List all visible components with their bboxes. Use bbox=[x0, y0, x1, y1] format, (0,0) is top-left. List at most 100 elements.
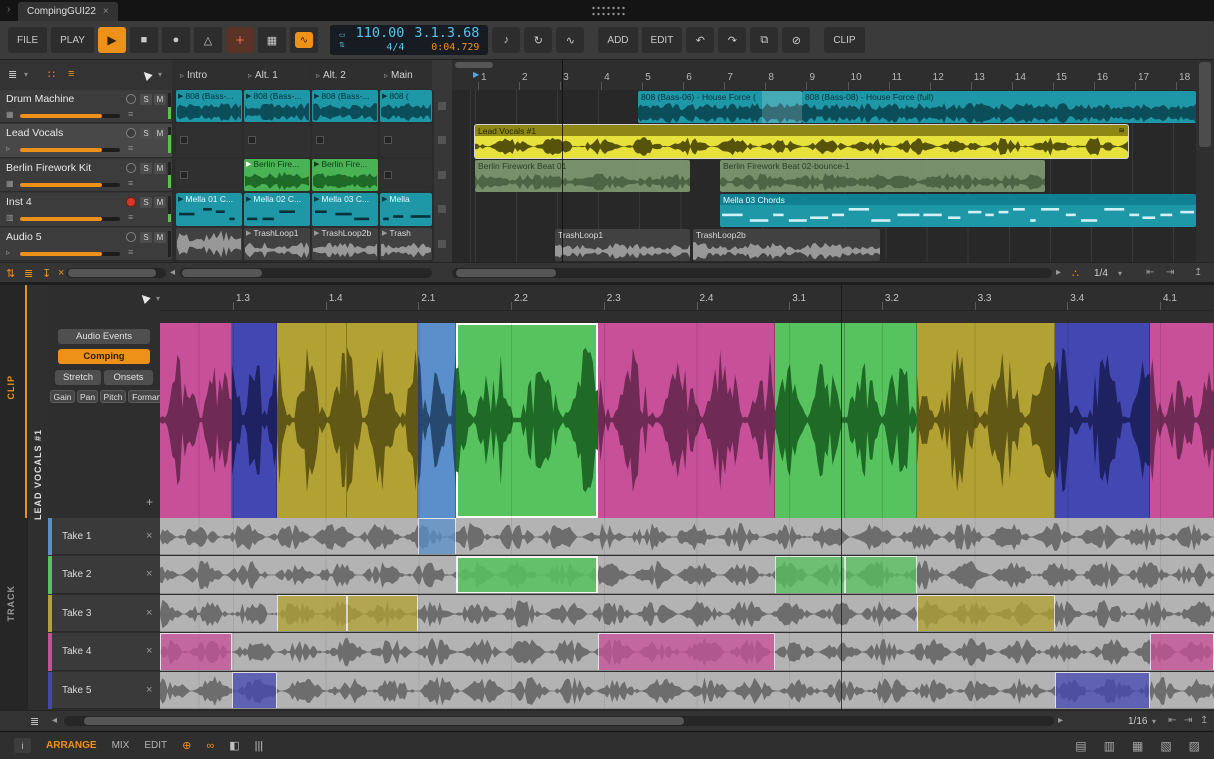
take-delete-button[interactable]: × bbox=[146, 568, 152, 580]
groove-button[interactable]: ♪ bbox=[492, 27, 520, 53]
editor-grid-value[interactable]: 1/16 bbox=[1128, 716, 1147, 727]
take-delete-button[interactable]: × bbox=[146, 530, 152, 542]
editor-prev-bar-icon[interactable]: ⇤ bbox=[1168, 715, 1176, 726]
clip-play-icon[interactable]: ▶ bbox=[382, 92, 387, 100]
record-button[interactable]: ● bbox=[162, 27, 190, 53]
arranger-vscroll-handle[interactable] bbox=[1199, 62, 1211, 147]
take-lane[interactable] bbox=[160, 595, 1214, 632]
comp-segment[interactable] bbox=[418, 323, 456, 518]
clip-slot[interactable] bbox=[312, 124, 378, 156]
punch-button[interactable]: + bbox=[226, 27, 254, 53]
automation-button[interactable]: ∿ bbox=[556, 27, 584, 53]
lane-layers-icon[interactable]: ≣ bbox=[30, 715, 39, 728]
snap-crosshair-icon[interactable]: ⊕ bbox=[182, 739, 191, 752]
take-lane[interactable] bbox=[160, 556, 1214, 593]
arranger-clip[interactable]: 808 (Bass-06) - House Force ( bbox=[638, 91, 802, 123]
scene-play-icon[interactable]: ▹ bbox=[248, 71, 252, 80]
arranger-hscroll-handle[interactable] bbox=[456, 269, 556, 277]
volume-fader[interactable] bbox=[20, 148, 120, 152]
mute-button[interactable]: M bbox=[154, 197, 166, 208]
record-arm-button[interactable] bbox=[126, 197, 136, 207]
file-button[interactable]: FILE bbox=[8, 27, 47, 53]
clip-slot[interactable] bbox=[380, 124, 432, 156]
editor-grid-caret-icon[interactable]: ▾ bbox=[1152, 717, 1156, 726]
comp-segment[interactable] bbox=[456, 323, 598, 518]
take-label[interactable]: Take 2× bbox=[48, 556, 160, 593]
comp-area[interactable] bbox=[160, 323, 1214, 518]
take-label[interactable]: Take 1× bbox=[48, 518, 160, 555]
take-label[interactable]: Take 3× bbox=[48, 595, 160, 632]
gain-button[interactable]: Gain bbox=[50, 390, 75, 403]
project-tab[interactable]: CompingGUI22 × bbox=[18, 2, 118, 21]
volume-fader[interactable] bbox=[20, 183, 120, 187]
track-list-small-icon[interactable]: ≣ bbox=[24, 267, 33, 280]
arranger-clip[interactable]: Lead Vocals #1≋ bbox=[475, 125, 1128, 157]
arranger-grid-caret-icon[interactable]: ▾ bbox=[1118, 269, 1122, 278]
clip-slot[interactable] bbox=[176, 124, 242, 156]
comp-segment[interactable] bbox=[917, 323, 1055, 518]
editor-cursor-tool[interactable]: ▶ bbox=[137, 291, 152, 306]
track-stop-button[interactable] bbox=[438, 240, 446, 248]
arranger-clip[interactable]: Berlin Firework Beat 02-bounce-1 bbox=[720, 160, 1045, 192]
take-lane[interactable] bbox=[160, 633, 1214, 670]
clip-slot[interactable] bbox=[244, 124, 310, 156]
clip-slot[interactable]: ▶808 (Bass-... bbox=[244, 90, 310, 122]
tab-close-icon[interactable]: × bbox=[103, 6, 109, 17]
editor-hscroll-handle[interactable] bbox=[84, 717, 684, 725]
info-button[interactable]: i bbox=[14, 738, 31, 753]
clip-slot[interactable]: ▶Mella 03 C... bbox=[312, 193, 378, 225]
mute-button[interactable]: M bbox=[154, 128, 166, 139]
volume-fader[interactable] bbox=[20, 217, 120, 221]
editor-playhead[interactable] bbox=[841, 285, 842, 710]
editor-track-name[interactable]: LEAD VOCALS #1 bbox=[33, 405, 43, 520]
link-icon[interactable]: ∞ bbox=[206, 740, 214, 752]
track-header[interactable]: Drum Machine▦SM≡ bbox=[0, 90, 172, 123]
clip-play-icon[interactable]: ▶ bbox=[178, 195, 183, 203]
edit-tab[interactable]: EDIT bbox=[144, 740, 167, 751]
take-highlight[interactable] bbox=[1150, 633, 1214, 670]
clip-slot[interactable]: ▶808 (Bass-... bbox=[312, 90, 378, 122]
track-header[interactable]: Inst 4▥SM≡ bbox=[0, 193, 172, 226]
clip-slot[interactable]: ▶TrashLoop1 bbox=[244, 228, 310, 260]
arranger-grid-value[interactable]: 1/4 bbox=[1094, 268, 1108, 279]
take-lane[interactable] bbox=[160, 672, 1214, 709]
display-route-icon[interactable]: ⇅ bbox=[339, 42, 346, 49]
comp-segment[interactable] bbox=[277, 323, 347, 518]
track-header[interactable]: Lead Vocals▹SM≡ bbox=[0, 124, 172, 157]
comping-button[interactable]: Comping bbox=[58, 349, 150, 364]
solo-button[interactable]: S bbox=[140, 128, 152, 139]
position-value[interactable]: 3.1.3.68 bbox=[414, 26, 479, 42]
pan-button[interactable]: Pan bbox=[77, 390, 98, 403]
arranger-clip[interactable]: TrashLoop2b bbox=[693, 229, 880, 261]
undo-button[interactable]: ↶ bbox=[686, 27, 714, 53]
clip-slot[interactable]: ▶Mella bbox=[380, 193, 432, 225]
editor-scroll-right-icon[interactable]: ▸ bbox=[1058, 715, 1063, 726]
list-view-icon[interactable]: ≡ bbox=[68, 68, 74, 80]
stretch-button[interactable]: Stretch bbox=[55, 370, 101, 385]
arranger-clip[interactable]: 808 (Bass-08) - House Force (full) bbox=[802, 91, 1196, 123]
take-highlight[interactable] bbox=[775, 556, 845, 593]
record-arm-button[interactable] bbox=[126, 163, 136, 173]
record-arm-button[interactable] bbox=[126, 232, 136, 242]
comp-segment[interactable] bbox=[160, 323, 232, 518]
take-highlight[interactable] bbox=[456, 556, 598, 593]
take-highlight[interactable] bbox=[845, 556, 917, 593]
arranger-hscrollbar[interactable] bbox=[452, 268, 1052, 278]
panel-layout-icon[interactable]: ||| bbox=[255, 740, 264, 752]
arranger-ruler[interactable]: ▶ 123456789101112131415161718 bbox=[452, 60, 1196, 91]
take-highlight[interactable] bbox=[160, 633, 232, 670]
take-highlight[interactable] bbox=[1055, 672, 1150, 709]
window-nav-icon[interactable]: › bbox=[7, 4, 10, 15]
header-scrollbar[interactable] bbox=[66, 268, 166, 278]
clip-slot[interactable] bbox=[176, 159, 242, 191]
comp-segment[interactable] bbox=[775, 323, 845, 518]
mixer-panel-icon[interactable]: ▦ bbox=[1132, 739, 1143, 753]
add-button[interactable]: ADD bbox=[598, 27, 637, 53]
take-label[interactable]: Take 4× bbox=[48, 633, 160, 670]
stop-button[interactable]: ■ bbox=[130, 27, 158, 53]
tempo-value[interactable]: 110.00 bbox=[356, 26, 405, 42]
scene-play-icon[interactable]: ▹ bbox=[316, 71, 320, 80]
delete-button[interactable]: ⊘ bbox=[782, 27, 810, 53]
take-delete-button[interactable]: × bbox=[146, 607, 152, 619]
track-stop-button[interactable] bbox=[438, 205, 446, 213]
